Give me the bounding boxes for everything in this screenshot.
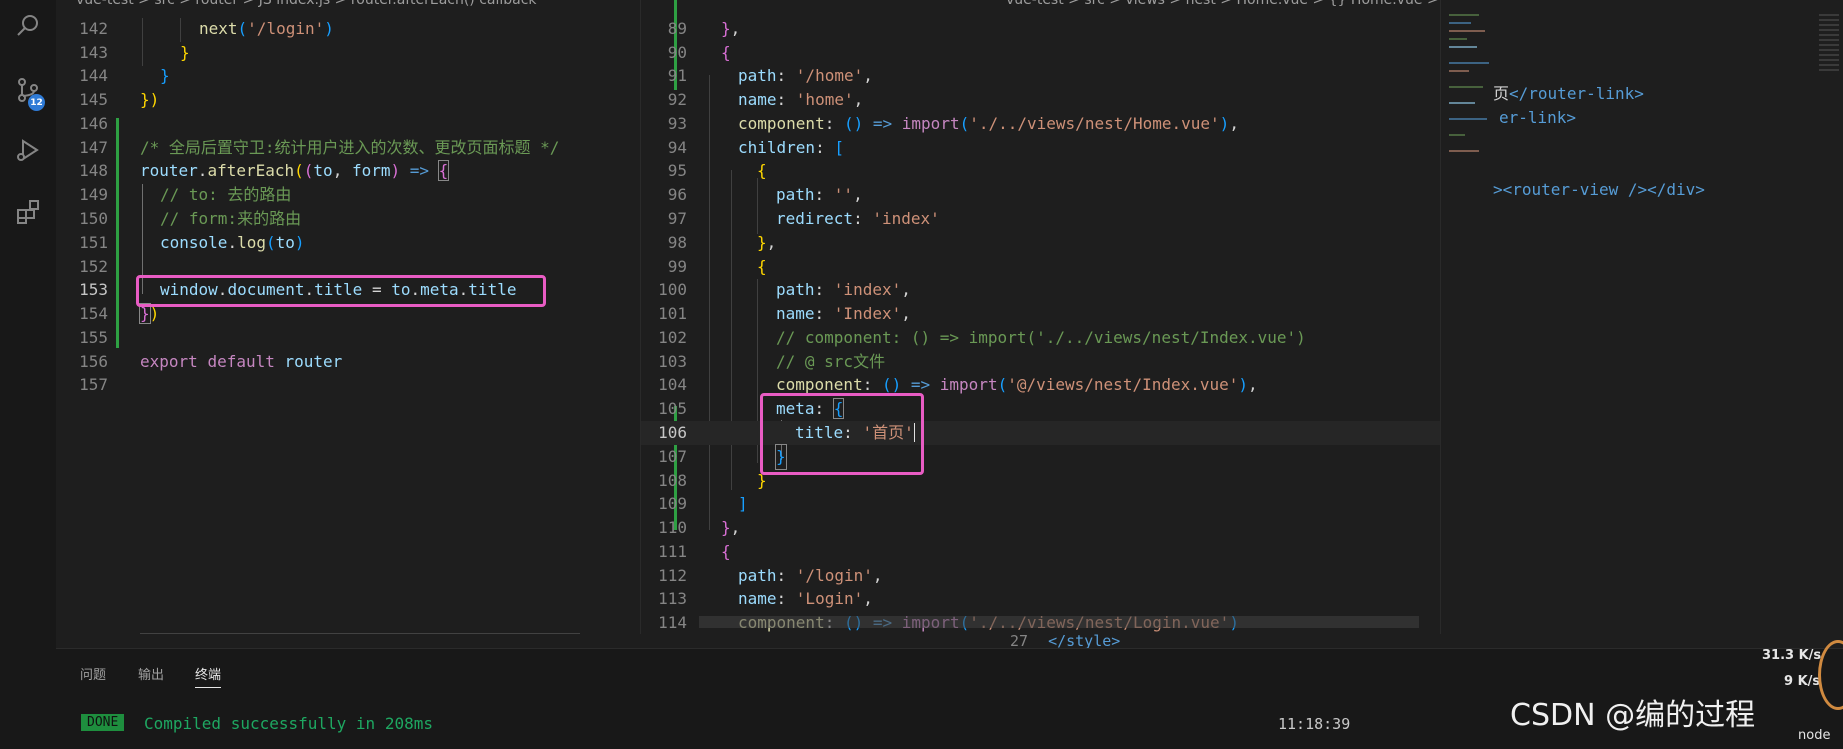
code-line[interactable]: 100 path: 'index', <box>641 278 1440 302</box>
code-line[interactable]: 89}, <box>641 17 1440 41</box>
code-line[interactable]: 155 <box>56 326 640 350</box>
code-line[interactable]: 145}) <box>56 88 640 112</box>
code-line[interactable]: 97 redirect: 'index' <box>641 207 1440 231</box>
watermark: CSDN @编的过程 <box>1510 698 1756 733</box>
code-fragment[interactable]: ><router-view /></div> <box>1493 178 1843 202</box>
code-line[interactable]: 146 <box>56 112 640 136</box>
clock: 11:18:39 <box>1278 715 1351 733</box>
code-line[interactable]: 99{ <box>641 255 1440 279</box>
highlight-box <box>760 393 924 475</box>
code-line[interactable]: 91 path: '/home', <box>641 64 1440 88</box>
minimap[interactable] <box>1449 10 1493 210</box>
horizontal-scrollbar[interactable] <box>699 616 1419 628</box>
code-line[interactable]: 143} <box>56 41 640 65</box>
minimap-right[interactable] <box>1819 14 1839 74</box>
code-line[interactable]: 149// to: 去的路由 <box>56 183 640 207</box>
middle-editor[interactable]: vue-test > src > views > nest > Home.vue… <box>640 0 1440 634</box>
done-badge: DONE <box>81 714 125 731</box>
code-line[interactable]: 93 component: () => import('./../views/ne… <box>641 112 1440 136</box>
code-line[interactable]: 102// component: () => import('./../view… <box>641 326 1440 350</box>
highlight-box <box>136 275 546 307</box>
code-line[interactable]: 94 children: [ <box>641 136 1440 160</box>
code-line[interactable]: 96 path: '', <box>641 183 1440 207</box>
code-line[interactable]: 109] <box>641 492 1440 516</box>
code-line[interactable]: 112 path: '/login', <box>641 564 1440 588</box>
breadcrumb[interactable]: vue-test > src > views > nest > Home.vue… <box>1006 0 1440 8</box>
code-line[interactable]: 92 name: 'home', <box>641 88 1440 112</box>
tab-output[interactable]: 输出 <box>138 664 164 683</box>
code-line[interactable]: 144} <box>56 64 640 88</box>
tab-problems[interactable]: 问题 <box>80 664 106 683</box>
scm-badge: 12 <box>28 94 45 111</box>
code-line[interactable]: 103// @ src文件 <box>641 350 1440 374</box>
search-icon[interactable] <box>10 8 46 44</box>
code-fragment[interactable]: er-link> <box>1499 106 1843 130</box>
code-line[interactable]: 110}, <box>641 516 1440 540</box>
code-line[interactable]: 156 export default router <box>56 350 640 374</box>
code-line[interactable]: 90{ <box>641 41 1440 65</box>
download-speed: 9 K/s <box>1784 674 1821 689</box>
upload-speed: 31.3 K/s <box>1762 648 1822 663</box>
code-line[interactable]: 113 name: 'Login', <box>641 587 1440 611</box>
compile-message: Compiled successfully in 208ms <box>144 714 433 733</box>
code-line[interactable]: 142 next('/login') <box>56 17 640 41</box>
right-editor[interactable]: 页</router-link> er-link> ><router-view /… <box>1440 0 1843 634</box>
horizontal-scrollbar[interactable] <box>140 633 580 634</box>
code-line[interactable]: 150// form:来的路由 <box>56 207 640 231</box>
code-line[interactable]: 111{ <box>641 540 1440 564</box>
code-line[interactable]: 147/* 全局后置守卫:统计用户进入的次数、更改页面标题 */ <box>56 136 640 160</box>
code-line[interactable]: 151 console.log(to) <box>56 231 640 255</box>
code-line[interactable]: 95{ <box>641 159 1440 183</box>
code-line[interactable]: 157 <box>56 373 640 397</box>
extensions-icon[interactable] <box>10 194 46 230</box>
left-editor[interactable]: vue-test > src > router > JS index.js > … <box>56 0 640 634</box>
activity-bar: 12 <box>0 0 56 749</box>
node-label: node <box>1798 728 1831 743</box>
tab-terminal[interactable]: 终端 <box>195 664 222 688</box>
breadcrumb[interactable]: vue-test > src > router > JS index.js > … <box>76 0 537 8</box>
code-line[interactable]: 101 name: 'Index', <box>641 302 1440 326</box>
code-line[interactable]: 148 router.afterEach((to, form) => { <box>56 159 640 183</box>
run-debug-icon[interactable] <box>10 132 46 168</box>
code-line[interactable]: 98}, <box>641 231 1440 255</box>
code-fragment[interactable]: 页</router-link> <box>1493 82 1843 106</box>
